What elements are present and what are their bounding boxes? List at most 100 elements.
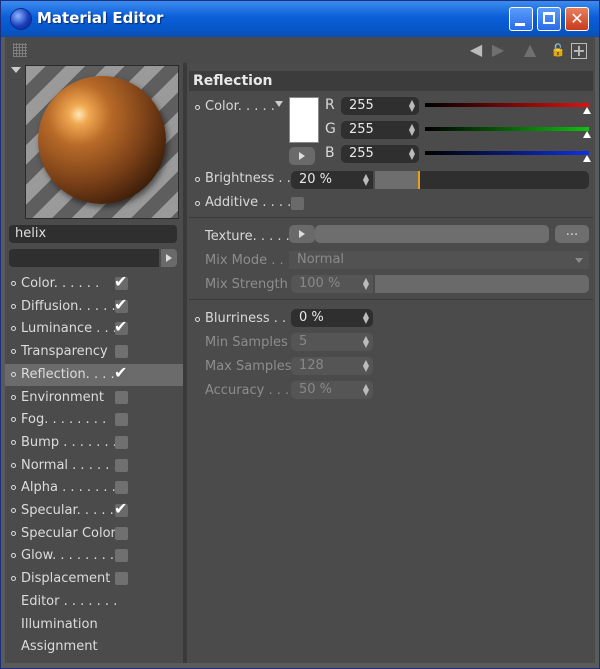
green-slider-handle[interactable] bbox=[583, 131, 591, 138]
forward-arrow-icon[interactable]: ▶ bbox=[489, 41, 507, 59]
channel-checkbox[interactable] bbox=[115, 526, 128, 540]
channel-checkbox[interactable] bbox=[115, 413, 128, 427]
texture-browse-button[interactable]: ... bbox=[555, 225, 589, 243]
channel-checkbox[interactable]: ✔ bbox=[114, 363, 128, 382]
channel-dot-icon bbox=[11, 303, 16, 309]
back-arrow-icon[interactable]: ◀ bbox=[467, 41, 485, 59]
channel-dot-icon bbox=[11, 576, 16, 582]
reflection-panel: Reflection Color. . . . . R 255 ▲ ▼ G 255 ▲… bbox=[187, 63, 595, 663]
color-swatch[interactable] bbox=[289, 97, 319, 143]
channel-item[interactable]: Illumination bbox=[5, 614, 183, 636]
title-bar[interactable]: Material Editor ✕ bbox=[1, 1, 599, 37]
channel-item[interactable]: Assignment bbox=[5, 636, 183, 658]
brightness-field[interactable]: 20 % ▲ ▼ bbox=[291, 171, 373, 189]
channel-checkbox[interactable]: ✔ bbox=[114, 317, 128, 336]
channel-checkbox[interactable] bbox=[115, 435, 128, 449]
lock-icon[interactable]: 🔓 bbox=[549, 41, 567, 59]
channel-checkbox[interactable]: ✔ bbox=[114, 295, 128, 314]
brightness-slider[interactable] bbox=[375, 171, 589, 189]
max-samples-spinner-icon: ▲ ▼ bbox=[362, 358, 369, 373]
mix-mode-select: Normal bbox=[289, 251, 589, 269]
channel-item[interactable]: Specular Color bbox=[5, 523, 183, 545]
channel-dot-icon bbox=[11, 439, 16, 445]
channel-label: Fog. . . . . . . . bbox=[21, 412, 107, 428]
brightness-spinner-icon[interactable]: ▲ ▼ bbox=[363, 173, 369, 187]
blue-value: 255 bbox=[349, 146, 374, 161]
channel-dot-icon bbox=[11, 553, 16, 559]
channel-label: Diffusion. . . . . . bbox=[21, 298, 124, 314]
close-button[interactable]: ✕ bbox=[565, 7, 589, 31]
blue-slider-handle[interactable] bbox=[583, 155, 591, 162]
red-field[interactable]: 255 ▲ ▼ bbox=[341, 97, 419, 115]
blurriness-spinner-icon[interactable]: ▲ ▼ bbox=[363, 311, 369, 325]
texture-field[interactable] bbox=[315, 225, 549, 243]
green-slider[interactable] bbox=[425, 127, 589, 131]
channel-item[interactable]: Environment bbox=[5, 387, 183, 409]
channel-item[interactable]: Fog. . . . . . . . bbox=[5, 409, 183, 431]
blurriness-field[interactable]: 0 % ▲ ▼ bbox=[291, 309, 373, 327]
accuracy-value: 50 % bbox=[299, 382, 333, 397]
additive-anim-dot[interactable] bbox=[195, 201, 200, 206]
channel-item[interactable]: Specular. . . . . ✔ bbox=[5, 499, 183, 522]
channel-checkbox[interactable] bbox=[115, 572, 128, 586]
material-preview[interactable] bbox=[25, 65, 179, 219]
channel-checkbox[interactable] bbox=[115, 345, 128, 359]
divider bbox=[189, 299, 593, 300]
brightness-slider-handle[interactable] bbox=[417, 171, 420, 189]
color-expand-button[interactable] bbox=[289, 147, 315, 165]
new-window-icon[interactable]: + bbox=[571, 43, 587, 59]
color-anim-dot[interactable] bbox=[195, 105, 200, 110]
channel-item[interactable]: Normal . . . . . . bbox=[5, 455, 183, 477]
texture-menu-button[interactable] bbox=[289, 225, 315, 243]
accuracy-spinner-icon: ▲ ▼ bbox=[362, 382, 369, 397]
red-spinner-icon[interactable]: ▲ ▼ bbox=[409, 99, 415, 113]
channel-dot-icon bbox=[11, 462, 16, 468]
channel-item[interactable]: Reflection. . . . ✔ bbox=[5, 363, 183, 386]
blue-spinner-icon[interactable]: ▲ ▼ bbox=[409, 147, 415, 161]
channel-checkbox[interactable] bbox=[115, 390, 128, 404]
green-spinner-icon[interactable]: ▲ ▼ bbox=[409, 123, 415, 137]
blue-slider[interactable] bbox=[425, 151, 589, 155]
channel-checkbox[interactable] bbox=[115, 458, 128, 472]
additive-checkbox[interactable] bbox=[291, 197, 304, 210]
up-arrow-icon[interactable]: ▲ bbox=[521, 41, 539, 59]
channel-checkbox[interactable] bbox=[115, 481, 128, 495]
blurriness-anim-dot[interactable] bbox=[195, 317, 200, 322]
red-slider-handle[interactable] bbox=[583, 107, 591, 114]
channel-checkbox[interactable]: ✔ bbox=[114, 499, 128, 518]
mix-strength-spinner-icon: ▲ ▼ bbox=[362, 276, 369, 291]
channel-checkbox[interactable] bbox=[115, 549, 128, 563]
material-name-field[interactable]: helix bbox=[9, 225, 177, 243]
check-icon: ✔ bbox=[114, 317, 128, 337]
channel-dot-icon bbox=[11, 485, 16, 491]
channel-item[interactable]: Color. . . . . . ✔ bbox=[5, 272, 183, 295]
channel-item[interactable]: Alpha . . . . . . . bbox=[5, 477, 183, 499]
min-samples-spinner-icon: ▲ ▼ bbox=[362, 334, 369, 349]
channel-item[interactable]: Diffusion. . . . . . ✔ bbox=[5, 295, 183, 318]
min-samples-value: 5 bbox=[299, 334, 308, 349]
channel-label: Environment bbox=[21, 389, 105, 405]
channel-item[interactable]: Luminance . . . ✔ bbox=[5, 317, 183, 340]
channel-item[interactable]: Transparency bbox=[5, 341, 183, 363]
min-samples-label: Min Samples bbox=[205, 335, 288, 350]
accuracy-field: 50 % ▲ ▼ bbox=[291, 381, 373, 399]
preview-menu-icon[interactable] bbox=[11, 67, 21, 73]
brightness-anim-dot[interactable] bbox=[195, 177, 200, 182]
channel-item[interactable]: Displacement bbox=[5, 568, 183, 590]
channel-dot-icon bbox=[11, 394, 16, 400]
material-combo[interactable] bbox=[9, 249, 159, 267]
channel-item[interactable]: Glow. . . . . . . . bbox=[5, 545, 183, 567]
combo-arrow-button[interactable] bbox=[161, 249, 177, 267]
minimize-button[interactable] bbox=[509, 7, 533, 31]
red-slider[interactable] bbox=[425, 103, 589, 107]
check-icon: ✔ bbox=[114, 362, 128, 382]
green-field[interactable]: 255 ▲ ▼ bbox=[341, 121, 419, 139]
channel-item[interactable]: Editor . . . . . . . bbox=[5, 591, 183, 613]
color-menu-icon[interactable] bbox=[275, 101, 283, 107]
blue-field[interactable]: 255 ▲ ▼ bbox=[341, 145, 419, 163]
grip-icon[interactable] bbox=[13, 43, 27, 57]
maximize-button[interactable] bbox=[537, 7, 561, 31]
max-samples-label: Max Samples bbox=[205, 359, 292, 374]
channel-item[interactable]: Bump . . . . . . . bbox=[5, 432, 183, 454]
channel-checkbox[interactable]: ✔ bbox=[114, 272, 128, 291]
